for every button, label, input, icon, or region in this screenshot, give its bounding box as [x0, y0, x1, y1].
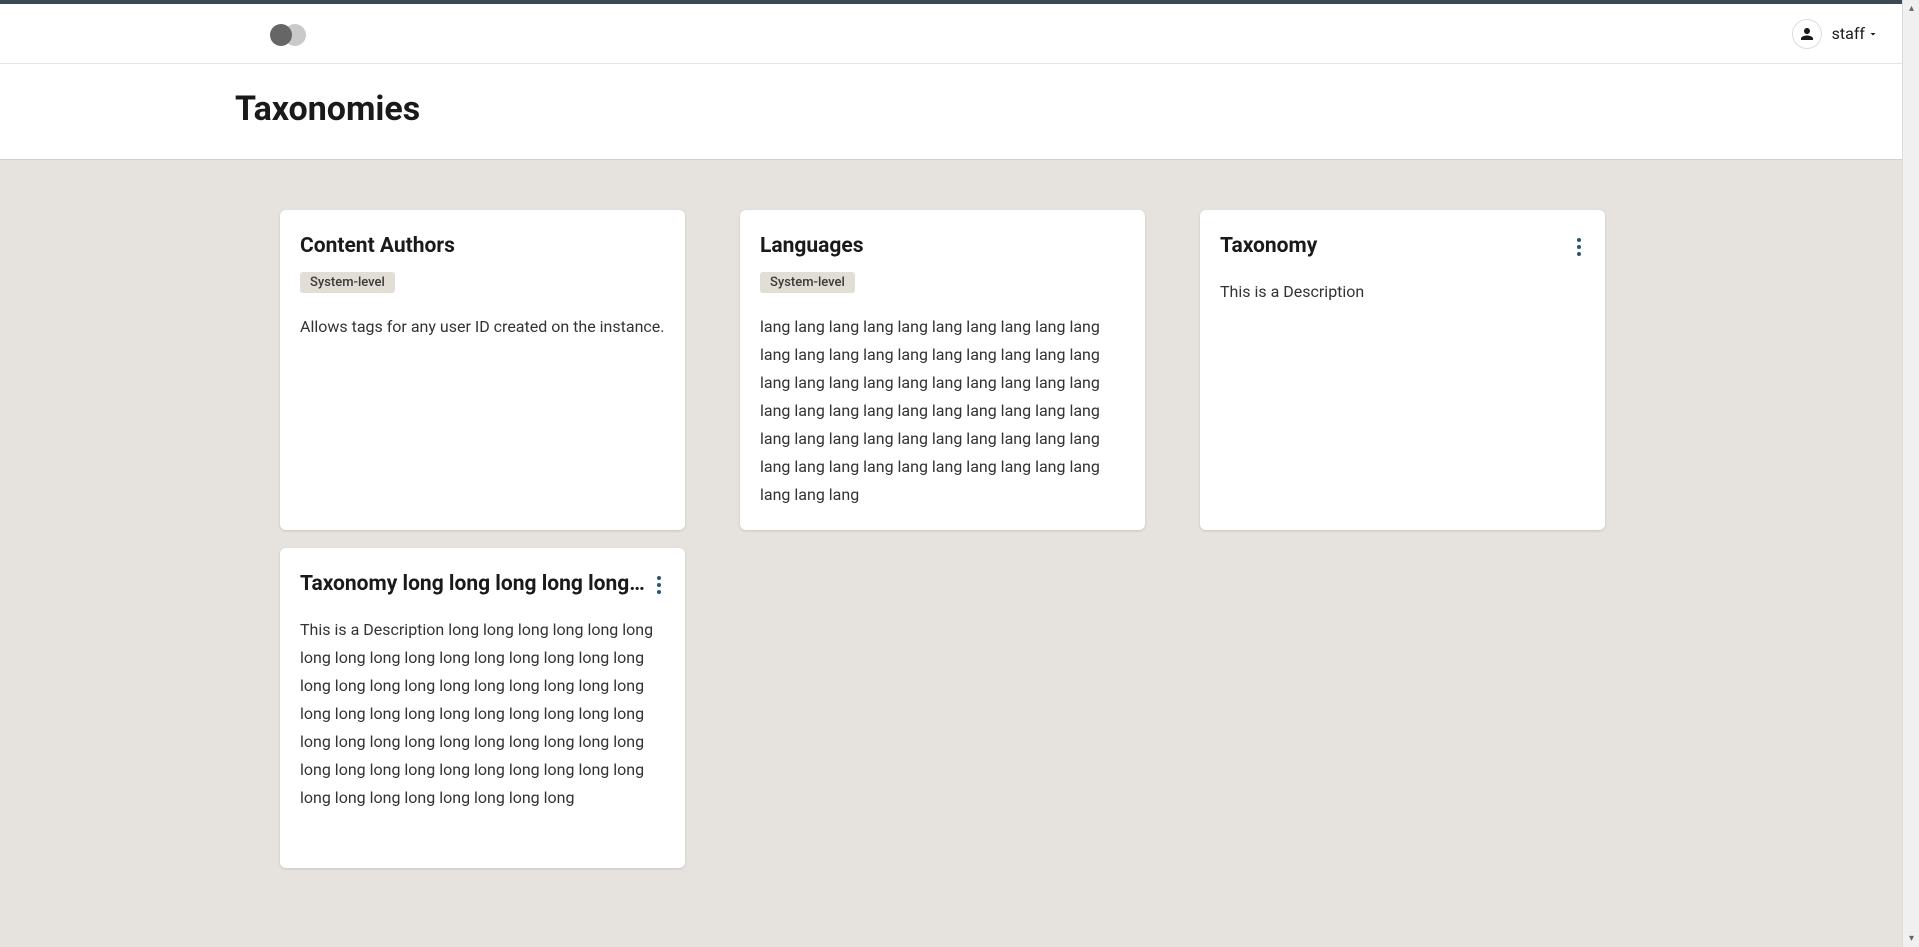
user-menu[interactable]: staff	[1792, 19, 1879, 49]
content-area: Content Authors System-level Allows tags…	[0, 160, 1919, 918]
taxonomy-card[interactable]: Content Authors System-level Allows tags…	[280, 210, 685, 530]
person-icon	[1798, 25, 1816, 43]
taxonomy-card-grid: Content Authors System-level Allows tags…	[280, 210, 1919, 868]
card-header: Taxonomy long long long long long long l…	[300, 572, 665, 598]
card-menu-button[interactable]	[653, 572, 665, 598]
user-avatar	[1792, 19, 1822, 49]
kebab-menu-icon	[657, 576, 661, 594]
card-menu-button[interactable]	[1573, 234, 1585, 260]
card-description: Allows tags for any user ID created on t…	[300, 313, 665, 341]
scrollbar[interactable]: ▴ ▾	[1902, 0, 1919, 947]
card-description: This is a Description long long long lon…	[300, 616, 665, 812]
system-level-badge: System-level	[300, 272, 395, 293]
chevron-down-icon	[1867, 28, 1879, 40]
user-name-label: staff	[1832, 24, 1879, 43]
card-title: Taxonomy	[1220, 234, 1565, 258]
logo-circle-dark	[270, 24, 292, 46]
card-description: lang lang lang lang lang lang lang lang …	[760, 313, 1125, 509]
kebab-menu-icon	[1577, 238, 1581, 256]
card-description: This is a Description	[1220, 278, 1585, 306]
page-title: Taxonomies	[235, 89, 1919, 129]
scrollbar-up-arrow[interactable]: ▴	[1903, 0, 1919, 17]
page-title-section: Taxonomies	[0, 64, 1919, 160]
card-title: Languages	[760, 234, 1125, 258]
card-header: Languages	[760, 234, 1125, 258]
card-title: Content Authors	[300, 234, 665, 258]
logo[interactable]	[270, 19, 310, 49]
card-header: Content Authors	[300, 234, 665, 258]
main-header: staff	[0, 4, 1919, 64]
card-header: Taxonomy	[1220, 234, 1585, 260]
taxonomy-card[interactable]: Taxonomy This is a Description	[1200, 210, 1605, 530]
taxonomy-card[interactable]: Languages System-level lang lang lang la…	[740, 210, 1145, 530]
system-level-badge: System-level	[760, 272, 855, 293]
taxonomy-card[interactable]: Taxonomy long long long long long long l…	[280, 548, 685, 868]
scrollbar-down-arrow[interactable]: ▾	[1903, 930, 1919, 947]
card-title: Taxonomy long long long long long long l…	[300, 572, 645, 596]
